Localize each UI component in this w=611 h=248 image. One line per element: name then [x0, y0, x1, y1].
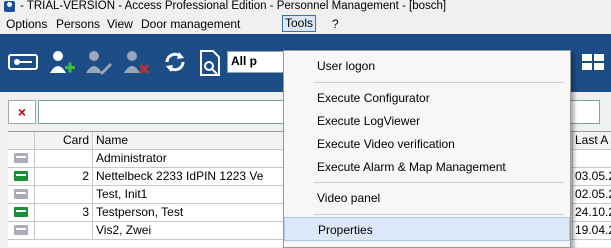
window-title: - TRIAL-VERSION - Access Professional Ed…: [20, 0, 447, 12]
card-status-icon: [14, 207, 28, 217]
grid-view-icon[interactable]: [580, 49, 608, 75]
refresh-icon[interactable]: [162, 49, 190, 75]
menu-separator: [314, 182, 564, 183]
app-icon: [4, 1, 15, 12]
menu-item-execute-alarm-map[interactable]: Execute Alarm & Map Management: [284, 155, 570, 179]
header-last-access[interactable]: Last A: [573, 132, 611, 149]
tools-dropdown-menu: User logon Execute Configurator Execute …: [283, 50, 571, 248]
menu-item-video-panel[interactable]: Video panel: [284, 186, 570, 210]
menu-persons[interactable]: Persons: [56, 17, 100, 31]
menu-bar: Options Persons View Door management Too…: [0, 15, 611, 33]
card-status-icon: [14, 153, 28, 163]
combo-value: All p: [231, 54, 257, 68]
edit-person-icon[interactable]: [84, 49, 112, 75]
header-icon-col[interactable]: [8, 132, 35, 149]
menu-separator: [314, 82, 564, 83]
key-icon[interactable]: [8, 49, 38, 75]
menu-door-management[interactable]: Door management: [141, 17, 240, 31]
add-person-icon[interactable]: [48, 49, 76, 75]
menu-separator: [314, 214, 564, 215]
menu-item-user-logon[interactable]: User logon: [284, 54, 570, 78]
close-icon: ×: [17, 104, 27, 120]
menu-item-properties[interactable]: Properties: [284, 217, 570, 241]
menu-item-execute-video-verification[interactable]: Execute Video verification: [284, 132, 570, 156]
card-status-icon: [14, 171, 28, 181]
card-status-icon: [14, 225, 28, 235]
persons-filter-combo[interactable]: All p: [227, 51, 284, 73]
menu-item-execute-logviewer[interactable]: Execute LogViewer: [284, 109, 570, 133]
menu-tools[interactable]: Tools: [282, 15, 317, 32]
menu-options[interactable]: Options: [6, 17, 47, 31]
document-icon[interactable]: [198, 49, 226, 76]
menu-view[interactable]: View: [107, 17, 133, 31]
clear-filter-button[interactable]: ×: [8, 100, 36, 124]
title-bar: - TRIAL-VERSION - Access Professional Ed…: [0, 0, 611, 14]
delete-person-icon[interactable]: [122, 49, 150, 75]
header-card[interactable]: Card: [35, 132, 93, 149]
menu-help[interactable]: ?: [332, 17, 339, 31]
menu-item-execute-configurator[interactable]: Execute Configurator: [284, 86, 570, 110]
card-status-icon: [14, 189, 28, 199]
